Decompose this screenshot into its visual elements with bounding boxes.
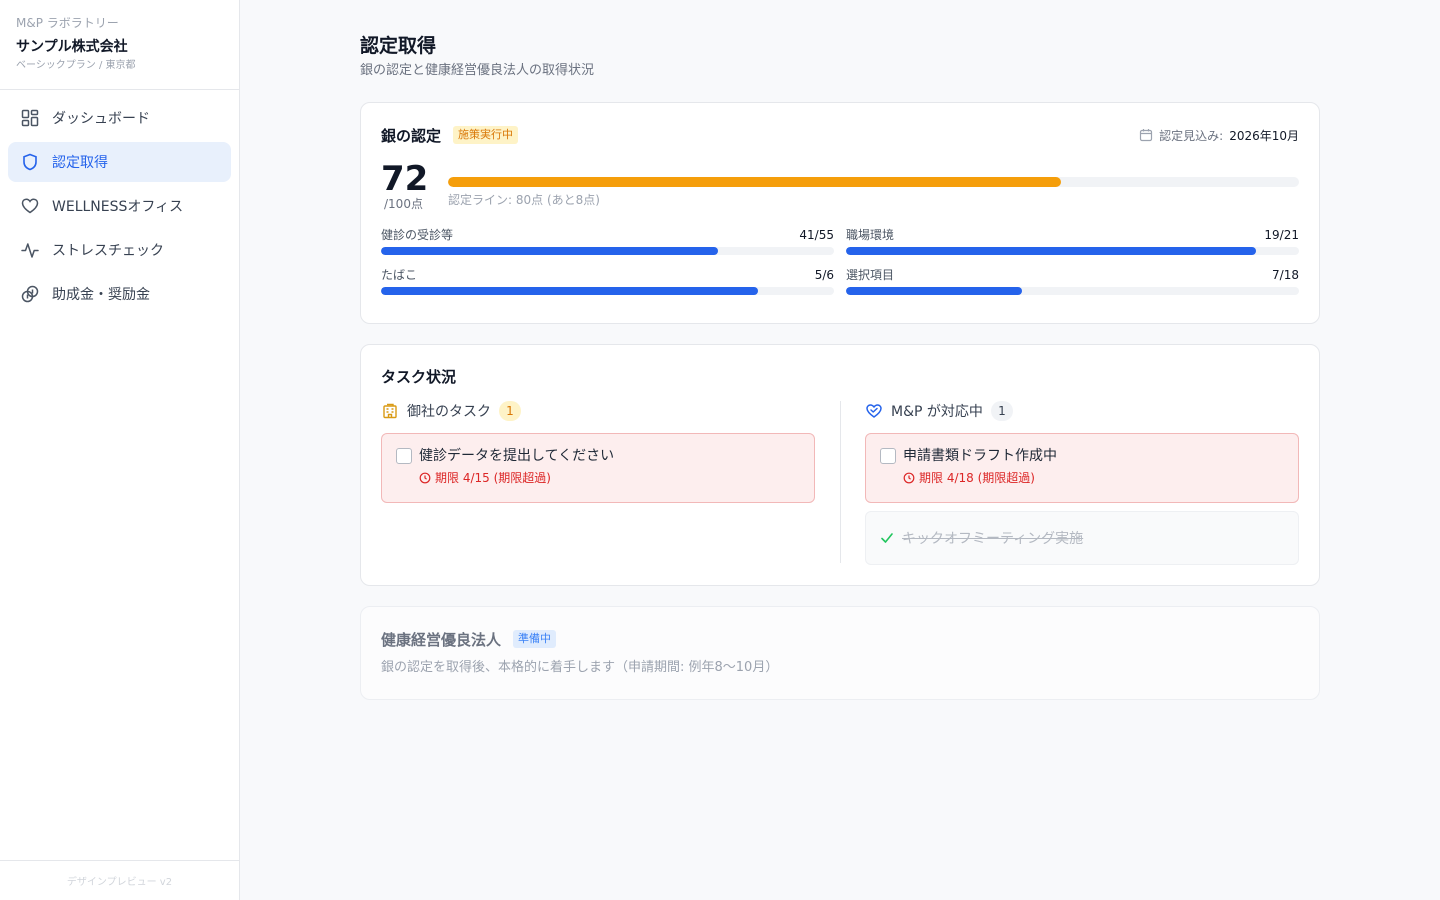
metric-item: 選択項目 7/18 <box>846 267 1299 295</box>
metric-label: 健診の受診等 <box>381 228 454 242</box>
score-progress-fill <box>448 177 1061 187</box>
metric-progress-fill <box>846 287 1023 295</box>
clock-icon <box>419 472 431 484</box>
calendar-icon <box>1140 129 1153 142</box>
coins-icon <box>20 284 40 304</box>
sidebar-item-wellness-office[interactable]: WELLNESSオフィス <box>8 186 231 226</box>
metric-item: 健診の受診等 41/55 <box>381 227 834 255</box>
kenko-keiei-card: 健康経営優良法人 準備中 銀の認定を取得後、本格的に着手します（申請期間: 例年… <box>360 606 1320 700</box>
mp-tasks-column: M&P が対応中 1 申請書類ドラフト作成中 期限 4/18 (期限超過) キッ… <box>865 401 1299 565</box>
score: 72 /100点 <box>381 161 448 215</box>
mp-task-count: 1 <box>990 401 1013 421</box>
metric-progress-bar <box>846 287 1299 295</box>
org-plan: ベーシックプラン / 東京都 <box>16 60 136 71</box>
kenko-description: 銀の認定を取得後、本格的に着手します（申請期間: 例年8〜10月） <box>381 660 779 675</box>
sidebar-item-stress-check[interactable]: ストレスチェック <box>8 230 231 270</box>
score-progress-bar <box>448 177 1299 187</box>
metric-label: 職場環境 <box>846 228 895 242</box>
task-due-text: 期限 4/15 (期限超過) <box>435 471 551 485</box>
status-badge: 準備中 <box>513 630 557 648</box>
sidebar-item-label: ストレスチェック <box>52 243 164 259</box>
building-icon <box>383 403 397 419</box>
sidebar-item-label: 助成金・奨励金 <box>52 287 150 303</box>
task-title: 健診データを提出してください <box>419 448 615 464</box>
sidebar-item-certification[interactable]: 認定取得 <box>8 142 231 182</box>
task-due: 期限 4/18 (期限超過) <box>903 471 1284 485</box>
metric-value: 7/18 <box>1272 268 1299 282</box>
task-checkbox[interactable] <box>880 448 896 464</box>
completed-task-title: キックオフミーティング実施 <box>902 531 1084 547</box>
metric-value: 5/6 <box>814 268 834 282</box>
column-divider <box>840 401 841 563</box>
company-tasks-column: 御社のタスク 1 健診データを提出してください 期限 4/15 (期限超過) <box>381 401 815 503</box>
completed-task-item[interactable]: キックオフミーティング実施 <box>865 511 1299 565</box>
task-status-card: タスク状況 御社のタスク 1 健診データを提出してください 期限 4/15 (期… <box>360 344 1320 586</box>
metric-value: 41/55 <box>799 228 834 242</box>
expected-date: 認定見込み: 2026年10月 <box>1139 127 1299 144</box>
shield-icon <box>20 152 40 172</box>
metric-item: 職場環境 19/21 <box>846 227 1299 255</box>
task-item[interactable]: 健診データを提出してください 期限 4/15 (期限超過) <box>381 433 815 503</box>
score-note: 認定ライン: 80点 (あと8点) <box>448 193 600 207</box>
company-task-count: 1 <box>499 401 521 421</box>
company-tasks-label: 御社のタスク <box>407 404 491 420</box>
kenko-title: 健康経営優良法人 <box>381 630 502 649</box>
mp-tasks-label: M&P が対応中 <box>891 404 983 420</box>
org-lab-name: M&P ラボラトリー <box>16 16 119 30</box>
expected-date-label: 認定見込み: <box>1159 128 1224 143</box>
silver-certification-card: 銀の認定 施策実行中 認定見込み: 2026年10月 72 /100点 認定ライ… <box>360 102 1320 324</box>
metric-item: たばこ 5/6 <box>381 267 834 295</box>
task-section-title: タスク状況 <box>381 368 457 386</box>
silver-title: 銀の認定 <box>381 126 442 145</box>
task-due: 期限 4/15 (期限超過) <box>419 471 800 485</box>
clock-icon <box>903 472 915 484</box>
sidebar: M&P ラボラトリー サンプル株式会社 ベーシックプラン / 東京都 ダッシュボ… <box>0 0 240 900</box>
score-value: 72 <box>381 159 429 199</box>
dashboard-icon <box>20 108 40 128</box>
org-header: M&P ラボラトリー サンプル株式会社 ベーシックプラン / 東京都 <box>0 0 239 90</box>
metric-progress-bar <box>381 287 834 295</box>
metric-progress-fill <box>846 247 1256 255</box>
expected-date-value: 2026年10月 <box>1229 128 1299 143</box>
sidebar-item-label: 認定取得 <box>52 155 108 171</box>
check-icon <box>881 533 893 543</box>
sidebar-item-dashboard[interactable]: ダッシュボード <box>8 98 231 138</box>
sidebar-footer: デザインプレビュー v2 <box>0 860 239 900</box>
heart-icon <box>20 196 40 216</box>
score-unit: /100点 <box>384 197 423 211</box>
task-title: 申請書類ドラフト作成中 <box>903 448 1057 464</box>
metric-progress-fill <box>381 247 719 255</box>
sidebar-item-subsidies[interactable]: 助成金・奨励金 <box>8 274 231 314</box>
main-content: 認定取得 銀の認定と健康経営優良法人の取得状況 銀の認定 施策実行中 認定見込み… <box>360 32 1320 700</box>
metric-label: たばこ <box>381 268 418 282</box>
page-subtitle: 銀の認定と健康経営優良法人の取得状況 <box>360 63 595 78</box>
metric-value: 19/21 <box>1264 228 1299 242</box>
sidebar-nav: ダッシュボード 認定取得 WELLNESSオフィス ストレスチェック 助成金・奨… <box>0 90 239 326</box>
task-due-text: 期限 4/18 (期限超過) <box>919 471 1035 485</box>
metrics-grid: 健診の受診等 41/55 職場環境 19/21 たばこ 5/6 選択項目 7/18 <box>381 227 1299 295</box>
handshake-heart-icon <box>866 404 882 418</box>
metric-progress-fill <box>381 287 759 295</box>
metric-progress-bar <box>846 247 1299 255</box>
org-company-name: サンプル株式会社 <box>16 39 128 55</box>
sidebar-item-label: WELLNESSオフィス <box>52 199 184 215</box>
pulse-icon <box>20 240 40 260</box>
page-title: 認定取得 <box>360 35 437 57</box>
sidebar-item-label: ダッシュボード <box>52 111 150 127</box>
status-badge: 施策実行中 <box>453 126 519 144</box>
metric-label: 選択項目 <box>846 268 895 282</box>
metric-progress-bar <box>381 247 834 255</box>
task-checkbox[interactable] <box>396 448 412 464</box>
task-item[interactable]: 申請書類ドラフト作成中 期限 4/18 (期限超過) <box>865 433 1299 503</box>
